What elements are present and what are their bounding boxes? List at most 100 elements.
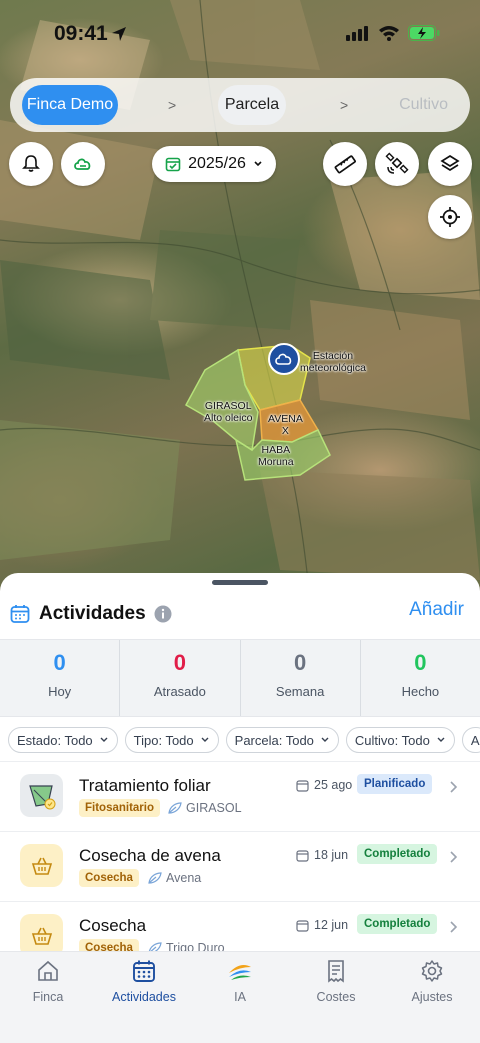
layers-button[interactable] (428, 142, 472, 186)
satellite-icon (385, 152, 409, 174)
season-label: 2025/26 (188, 155, 246, 172)
status-badge: Completado (357, 844, 438, 864)
chevron-down-icon (437, 737, 445, 742)
ia-logo-icon (229, 965, 251, 980)
tab-label: Ajustes (411, 990, 453, 1004)
measure-button[interactable] (323, 142, 367, 186)
stat-value: 0 (173, 650, 186, 675)
stat-value: 0 (414, 650, 427, 675)
leaf-icon (148, 872, 162, 884)
tab-label: IA (234, 990, 246, 1004)
filter-more[interactable]: A (461, 727, 480, 753)
sheet-grabber[interactable] (212, 580, 268, 585)
stat-label: Semana (275, 684, 325, 699)
stat-label: Hoy (48, 684, 72, 699)
satellite-button[interactable] (375, 142, 419, 186)
stat-today[interactable]: 0 Hoy (0, 640, 121, 716)
calendar-icon (133, 960, 155, 982)
bell-icon (22, 155, 40, 172)
status-badge: Completado (357, 914, 438, 934)
breadcrumb-separator: > (340, 97, 349, 113)
tab-label: Finca (32, 990, 64, 1004)
chevron-right-icon (450, 781, 458, 793)
activity-date: 12 jun (296, 918, 348, 932)
filter-status[interactable]: Estado: Todo (8, 727, 118, 753)
add-activity-button[interactable]: Añadir (409, 599, 464, 621)
activity-title: Tratamiento foliar (79, 776, 211, 795)
list-item[interactable]: Cosecha de avena Cosecha Avena 18 jun Co… (0, 831, 480, 901)
breadcrumb: Finca Demo > Parcela > Cultivo (10, 78, 470, 132)
stat-label: Atrasado (153, 684, 206, 699)
weather-button[interactable] (61, 142, 105, 186)
filter-bar: Estado: Todo Tipo: Todo Parcela: Todo Cu… (8, 727, 480, 755)
activity-type-tag: Cosecha (79, 869, 139, 887)
stat-value: 0 (294, 650, 307, 675)
filter-type[interactable]: Tipo: Todo (124, 727, 219, 753)
calendar-icon (296, 849, 309, 862)
breadcrumb-crop[interactable]: Cultivo (399, 96, 448, 114)
weather-station-marker[interactable] (268, 343, 300, 375)
chevron-down-icon (254, 161, 262, 167)
breadcrumb-farm[interactable]: Finca Demo (22, 85, 118, 125)
sheet-header: Actividades Añadir (10, 599, 470, 629)
field-label-haba[interactable]: HABA Moruna (258, 444, 294, 468)
breadcrumb-separator: > (168, 97, 177, 113)
status-bar: 09:41 (0, 0, 480, 70)
tab-ajustes[interactable]: Ajustes (384, 952, 480, 1043)
spray-thumbnail-icon (20, 774, 63, 817)
notifications-button[interactable] (9, 142, 53, 186)
receipt-icon (328, 960, 344, 983)
breadcrumb-plot[interactable]: Parcela (218, 85, 286, 125)
field-label-girasol[interactable]: GIRASOL Alto oleico (204, 400, 252, 424)
list-item[interactable]: Tratamiento foliar Fitosanitario GIRASOL… (0, 761, 480, 831)
stat-done[interactable]: 0 Hecho (361, 640, 480, 716)
tab-costes[interactable]: Costes (288, 952, 384, 1043)
info-icon[interactable] (154, 605, 172, 623)
activity-crop: Avena (148, 871, 201, 885)
tab-ia[interactable]: IA (192, 952, 288, 1043)
tab-bar: Finca Actividades IA Costes Ajustes (0, 951, 480, 1043)
chevron-down-icon (100, 737, 108, 742)
basket-icon (20, 844, 63, 887)
crosshair-icon (440, 207, 460, 227)
chevron-right-icon (450, 851, 458, 863)
tab-finca[interactable]: Finca (0, 952, 96, 1043)
location-arrow-icon (112, 27, 126, 41)
list-item[interactable]: Cosecha Cosecha Trigo Duro 12 jun Comple… (0, 901, 480, 953)
status-badge: Planificado (357, 774, 433, 794)
activities-sheet: Actividades Añadir 0 Hoy 0 Atrasado 0 Se… (0, 573, 480, 953)
locate-button[interactable] (428, 195, 472, 239)
activity-date: 18 jun (296, 848, 348, 862)
calendar-icon (296, 779, 309, 792)
activity-type-tag: Fitosanitario (79, 799, 161, 817)
status-time: 09:41 (54, 22, 108, 45)
activity-list: Tratamiento foliar Fitosanitario GIRASOL… (0, 761, 480, 953)
cloud-sync-icon (74, 158, 91, 170)
activity-crop: GIRASOL (168, 801, 242, 815)
leaf-icon (168, 802, 182, 814)
sheet-title: Actividades (39, 603, 146, 624)
stat-week[interactable]: 0 Semana (241, 640, 361, 716)
map-view[interactable]: 09:41 Finca Demo > Parcela > Cultivo 202… (0, 0, 480, 600)
chevron-down-icon (321, 737, 329, 742)
stat-value: 0 (53, 650, 66, 675)
activity-date: 25 ago (296, 778, 352, 792)
gear-icon (421, 960, 443, 982)
chevron-down-icon (201, 737, 209, 742)
activity-title: Cosecha (79, 916, 147, 935)
calendar-check-icon (165, 157, 181, 172)
stat-overdue[interactable]: 0 Atrasado (120, 640, 241, 716)
station-label: Estación meteorológica (300, 350, 366, 374)
ruler-icon (334, 155, 356, 174)
basket-icon (20, 914, 63, 953)
tab-actividades[interactable]: Actividades (96, 952, 192, 1043)
calendar-icon (296, 919, 309, 932)
tab-label: Costes (316, 990, 356, 1004)
house-icon (38, 960, 58, 981)
activity-title: Cosecha de avena (79, 846, 221, 865)
season-selector[interactable]: 2025/26 (152, 146, 276, 182)
field-label-avena[interactable]: AVENA X (268, 413, 303, 437)
filter-plot[interactable]: Parcela: Todo (225, 727, 339, 753)
chevron-right-icon (450, 921, 458, 933)
filter-crop[interactable]: Cultivo: Todo (345, 727, 455, 753)
